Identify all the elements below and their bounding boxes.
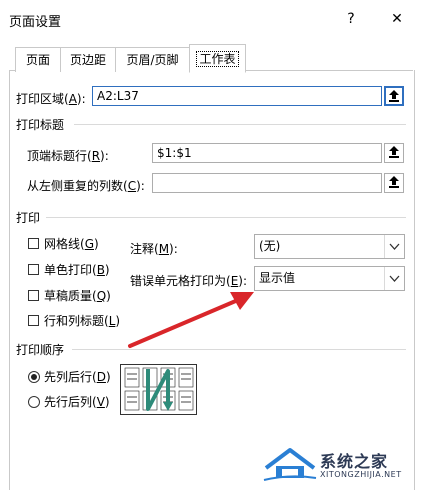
title-rows-label: 顶端标题行(R): <box>27 149 109 163</box>
watermark: 系统之家 XITONGZHIJIA.NET <box>262 442 417 490</box>
tab-page[interactable]: 页面 <box>15 47 61 72</box>
comments-label: 注释(M): <box>130 242 178 256</box>
collapse-dialog-icon <box>389 146 399 158</box>
checkbox-box <box>28 238 39 249</box>
page-order-heading: 打印顺序 <box>16 343 65 357</box>
chevron-down-icon <box>384 235 404 258</box>
window-title: 页面设置 <box>9 15 62 30</box>
watermark-text: 系统之家 <box>320 452 389 471</box>
collapse-dialog-icon <box>389 176 399 188</box>
title-columns-collapse-button[interactable] <box>384 173 404 193</box>
tab-margins[interactable]: 页边距 <box>60 47 116 72</box>
black-white-label[interactable]: 单色打印(B) <box>44 261 110 278</box>
checkbox-box <box>28 315 39 326</box>
print-heading: 打印 <box>16 211 41 225</box>
print-area-collapse-button[interactable] <box>384 86 404 106</box>
tab-header-footer[interactable]: 页眉/页脚 <box>115 47 190 72</box>
gridlines-checkbox[interactable] <box>28 238 39 249</box>
title-rows-collapse-button[interactable] <box>384 143 404 163</box>
gridlines-label[interactable]: 网格线(G) <box>44 235 99 252</box>
checkbox-box <box>28 264 39 275</box>
house-logo-icon <box>263 448 317 481</box>
title-rows-input[interactable]: $1:$1 <box>152 143 382 163</box>
down-then-over-label[interactable]: 先列后行(D) <box>44 368 111 385</box>
over-then-down-label[interactable]: 先行后列(V) <box>44 393 110 410</box>
chevron-down-icon <box>384 267 404 290</box>
down-then-over-radio[interactable] <box>28 371 40 383</box>
print-titles-heading: 打印标题 <box>16 118 65 132</box>
page-order-preview <box>120 364 197 415</box>
watermark-url: XITONGZHIJIA.NET <box>320 470 402 479</box>
black-white-checkbox[interactable] <box>28 264 39 275</box>
close-button[interactable]: ✕ <box>386 8 408 30</box>
draft-quality-checkbox[interactable] <box>28 290 39 301</box>
annotation-arrow <box>128 292 254 348</box>
print-area-input[interactable]: A2:L37 <box>92 86 382 106</box>
checkbox-box <box>28 290 39 301</box>
comments-select[interactable]: (无) <box>254 234 405 259</box>
print-separator <box>46 217 406 218</box>
print-area-label: 打印区域(A): <box>16 92 86 106</box>
title-columns-input[interactable] <box>152 173 382 193</box>
print-titles-separator <box>74 124 406 125</box>
cell-errors-select[interactable]: 显示值 <box>254 266 405 291</box>
title-columns-label: 从左侧重复的列数(C): <box>27 179 145 193</box>
collapse-dialog-icon <box>389 90 399 102</box>
row-col-headings-checkbox[interactable] <box>28 315 39 326</box>
page-order-diagram-icon <box>124 367 194 411</box>
tab-sheet[interactable]: 工作表 <box>189 44 246 73</box>
draft-quality-label[interactable]: 草稿质量(Q) <box>44 287 111 304</box>
over-then-down-radio[interactable] <box>28 396 40 408</box>
help-button[interactable]: ? <box>340 8 362 30</box>
row-col-headings-label[interactable]: 行和列标题(L) <box>44 312 120 329</box>
